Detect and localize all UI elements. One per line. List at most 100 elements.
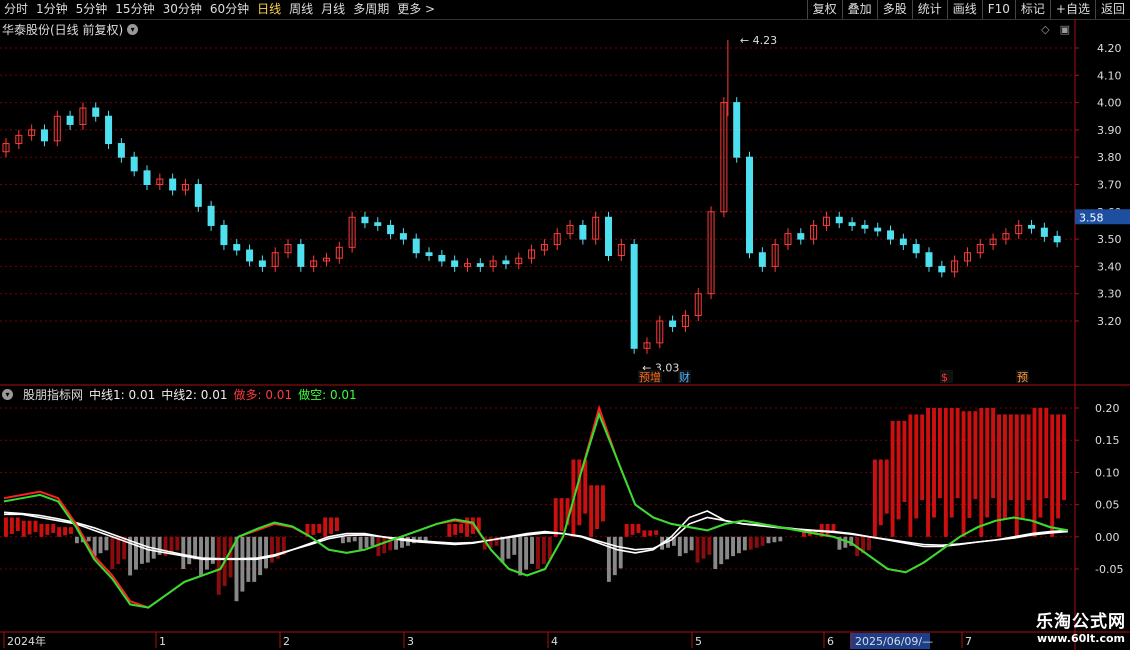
indicator-bar — [199, 536, 203, 576]
candle-body — [399, 233, 407, 240]
toolbar-button-8[interactable]: 返回 — [1094, 0, 1130, 19]
tab-period-0[interactable]: 分时 — [0, 0, 32, 19]
diamond-icon[interactable]: ◇ — [1041, 23, 1049, 36]
time-tick-label: 1 — [159, 635, 166, 648]
tab-period-3[interactable]: 15分钟 — [111, 0, 158, 19]
indicator-bar — [1020, 414, 1025, 519]
indicator-bar — [601, 485, 605, 522]
event-badge: $ — [941, 371, 948, 384]
indicator-bar — [926, 408, 931, 537]
indicator-bar — [701, 536, 706, 559]
indicator-bar — [896, 420, 901, 520]
indicator-bar — [612, 536, 617, 576]
toolbar-button-1[interactable]: 叠加 — [841, 0, 877, 19]
price-tick-label: 3.50 — [1097, 233, 1122, 246]
tab-period-1[interactable]: 1分钟 — [32, 0, 72, 19]
indicator-bar — [1008, 414, 1013, 501]
watermark: 乐淘公式网 www.60lt.com — [1036, 607, 1126, 645]
candle-body — [899, 238, 907, 246]
toolbar-button-5[interactable]: F10 — [981, 0, 1015, 19]
indicator-bar — [937, 408, 942, 499]
candle-body — [887, 230, 895, 240]
candle-body — [425, 252, 433, 256]
indicator-bar — [358, 536, 363, 550]
indicator-bar — [943, 408, 948, 537]
indicator-bar — [589, 485, 594, 537]
candle-body — [233, 244, 241, 251]
indicator-bar — [447, 523, 452, 537]
indicator-bar — [731, 536, 735, 557]
watermark-title: 乐淘公式网 — [1036, 612, 1126, 632]
candle-body — [758, 252, 766, 267]
settings-icon[interactable]: ▣ — [1060, 23, 1070, 36]
indicator-bar — [748, 536, 753, 550]
period-tabs: 分时 1分钟 5分钟 15分钟 30分钟 60分钟 日线 周线 月线 多周期 更多 > — [0, 0, 439, 19]
tab-period-5[interactable]: 60分钟 — [206, 0, 253, 19]
chevron-down-icon[interactable]: ▾ — [127, 23, 139, 35]
price-tick-label: 3.80 — [1097, 151, 1122, 164]
indicator-bar — [27, 520, 32, 535]
indicator-bar — [524, 536, 529, 570]
toolbar-button-3[interactable]: 统计 — [911, 0, 947, 19]
kline-chart[interactable]: 4.204.104.003.903.803.703.603.503.403.30… — [0, 20, 1130, 650]
indicator-bar — [33, 520, 38, 532]
chevron-down-icon[interactable]: ▾ — [2, 388, 13, 400]
tab-period-9[interactable]: 多周期 — [349, 0, 393, 19]
indicator-bar — [63, 527, 68, 536]
indicator-bar — [335, 517, 339, 532]
time-tick-label: 3 — [407, 635, 414, 648]
time-tick-label: 6 — [827, 635, 834, 648]
indicator-tick-label: 0.05 — [1095, 499, 1120, 512]
candle-body — [733, 102, 741, 158]
indicator-bar — [323, 517, 328, 537]
indicator-bar — [364, 536, 369, 548]
indicator-bar — [104, 536, 109, 551]
price-tick-label: 3.20 — [1097, 315, 1122, 328]
candle-body — [835, 216, 843, 224]
high-label: ← 4.23 — [740, 34, 777, 47]
indicator-bar — [39, 523, 44, 537]
legend-long: 做多: 0.01 — [233, 387, 293, 402]
price-tick-label: 3.30 — [1097, 288, 1122, 301]
indicator-tick-label: 0.20 — [1095, 402, 1120, 415]
tab-period-2[interactable]: 5分钟 — [72, 0, 112, 19]
tab-period-4[interactable]: 30分钟 — [159, 0, 206, 19]
indicator-bar — [518, 536, 523, 576]
tab-period-7[interactable]: 周线 — [285, 0, 317, 19]
indicator-tick-label: 0.10 — [1095, 466, 1120, 479]
indicator-bar — [908, 414, 913, 537]
indicator-tick-label: 0.15 — [1095, 434, 1120, 447]
event-badge: 财 — [679, 370, 690, 384]
indicator-bar — [264, 536, 268, 569]
indicator-bar — [677, 536, 682, 557]
indicator-bar — [955, 408, 960, 499]
toolbar-button-6[interactable]: 标记 — [1014, 0, 1050, 19]
time-tick-label: 4 — [551, 635, 558, 648]
indicator-bar — [997, 414, 1001, 537]
indicator-bar — [216, 536, 221, 595]
indicator-bar — [654, 530, 659, 535]
indicator-bar — [760, 536, 765, 546]
tab-period-6[interactable]: 日线 — [253, 0, 285, 19]
indicator-bar — [541, 536, 546, 565]
indicator-bar — [45, 523, 50, 535]
candle-body — [797, 233, 805, 240]
price-tag: 3.58 — [1079, 211, 1104, 224]
indicator-bar — [595, 485, 600, 530]
indicator-bar — [51, 523, 56, 533]
toolbar-button-2[interactable]: 多股 — [876, 0, 912, 19]
toolbar-button-7[interactable]: +自选 — [1049, 0, 1095, 19]
indicator-bar — [270, 536, 274, 563]
indicator-bar — [512, 536, 517, 555]
candle-body — [938, 265, 946, 273]
candle-body — [387, 224, 395, 235]
candle-body — [925, 252, 933, 267]
candle-body — [412, 238, 420, 254]
toolbar-button-4[interactable]: 画线 — [946, 0, 982, 19]
tab-period-10[interactable]: 更多 > — [393, 0, 439, 19]
event-badge: 预 — [1017, 371, 1028, 384]
toolbar-button-0[interactable]: 复权 — [806, 0, 842, 19]
indicator-bar — [21, 520, 26, 537]
tab-period-8[interactable]: 月线 — [317, 0, 349, 19]
candle-body — [630, 244, 638, 349]
